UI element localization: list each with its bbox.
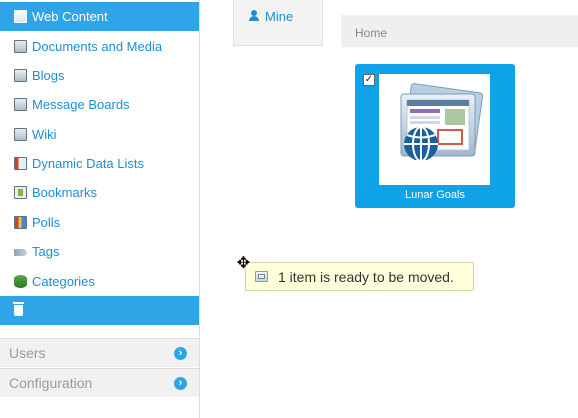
move-cursor-icon: ✥ <box>236 255 251 272</box>
sidebar-item-label: Polls <box>32 215 61 230</box>
sidebar-item-recycle-bin[interactable] <box>0 296 199 325</box>
sidebar-section-label: Users <box>9 345 46 361</box>
documents-media-icon <box>14 40 27 53</box>
sidebar-item-label: Documents and Media <box>32 39 163 54</box>
bookmarks-icon <box>14 186 27 199</box>
sidebar-item-blogs[interactable]: Blogs <box>0 61 199 90</box>
card-thumbnail[interactable] <box>379 74 490 185</box>
message-boards-icon <box>14 98 27 111</box>
blogs-icon <box>14 69 27 82</box>
categories-icon <box>14 275 27 288</box>
sidebar-section-users[interactable]: Users › <box>0 338 199 367</box>
card-title: Lunar Goals <box>405 189 465 201</box>
sidebar-item-wiki[interactable]: Wiki <box>0 120 199 149</box>
content-card[interactable]: ✓ Lunar Goals <box>355 64 515 208</box>
breadcrumb: Home <box>341 15 578 47</box>
wiki-icon <box>14 128 27 141</box>
sidebar-item-dynamic-data-lists[interactable]: Dynamic Data Lists <box>0 149 199 178</box>
sidebar: Web Content Documents and Media Blogs Me… <box>0 0 200 418</box>
sidebar-item-label: Tags <box>32 244 60 259</box>
sidebar-item-label: Message Boards <box>32 97 130 112</box>
sidebar-section-configuration[interactable]: Configuration › <box>0 368 199 397</box>
sidebar-item-label: Web Content <box>32 9 108 24</box>
tag-icon <box>14 248 27 256</box>
sidebar-item-label: Bookmarks <box>32 185 98 200</box>
tab-mine[interactable]: Mine <box>233 0 323 46</box>
web-content-article-icon <box>400 83 484 165</box>
breadcrumb-home[interactable]: Home <box>355 26 387 40</box>
web-content-icon <box>14 10 27 23</box>
polls-icon <box>14 216 27 229</box>
tooltip-text: 1 item is ready to be moved. <box>278 268 454 285</box>
sidebar-item-polls[interactable]: Polls <box>0 208 199 237</box>
user-icon <box>249 10 259 21</box>
sidebar-section-label: Configuration <box>9 375 93 391</box>
sidebar-item-label: Dynamic Data Lists <box>32 156 144 171</box>
sidebar-item-documents-and-media[interactable]: Documents and Media <box>0 32 199 61</box>
sidebar-item-categories[interactable]: Categories <box>0 267 199 296</box>
sidebar-item-label: Categories <box>32 274 95 289</box>
chevron-right-icon: › <box>174 347 187 360</box>
folder-icon <box>255 271 268 282</box>
sidebar-item-bookmarks[interactable]: Bookmarks <box>0 178 199 207</box>
trash-icon <box>13 302 24 316</box>
sidebar-item-message-boards[interactable]: Message Boards <box>0 90 199 119</box>
move-tooltip: 1 item is ready to be moved. <box>245 262 474 291</box>
sidebar-item-tags[interactable]: Tags <box>0 237 199 266</box>
dynamic-data-lists-icon <box>14 157 27 170</box>
tab-mine-label: Mine <box>265 9 294 24</box>
sidebar-item-label: Blogs <box>32 68 65 83</box>
sidebar-item-web-content[interactable]: Web Content <box>0 2 199 31</box>
card-checkbox[interactable]: ✓ <box>363 74 375 86</box>
sidebar-item-label: Wiki <box>32 127 57 142</box>
chevron-right-icon: › <box>174 377 187 390</box>
